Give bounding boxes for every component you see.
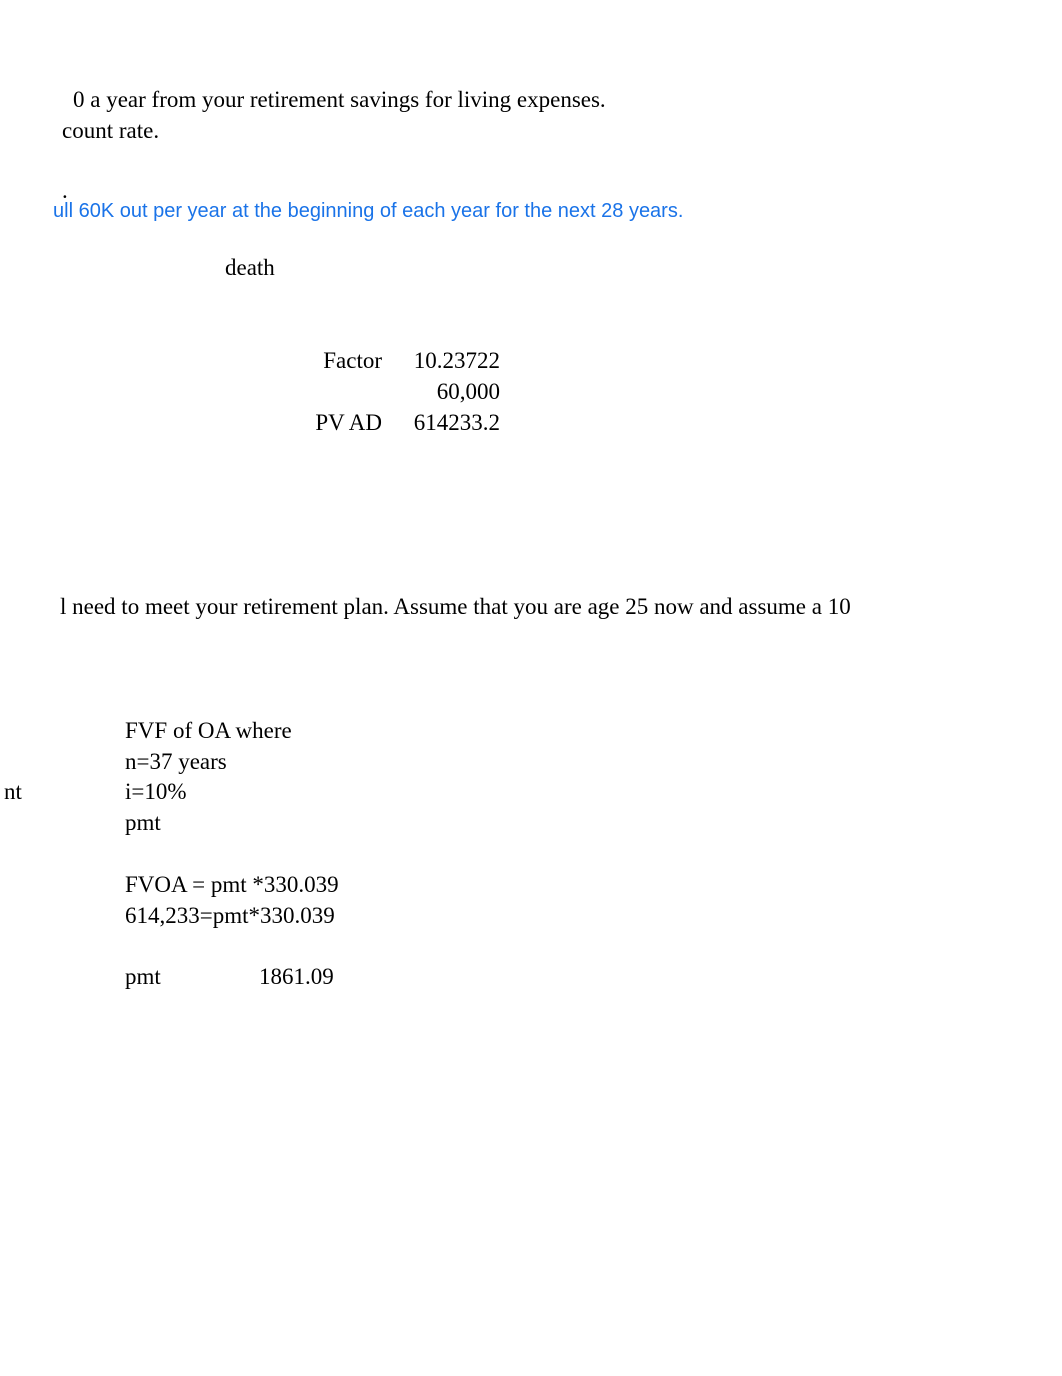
calc-line-3: i=10%	[125, 779, 187, 805]
calc-line-4: pmt	[125, 810, 161, 836]
nt-label: nt	[4, 779, 22, 805]
calc-line-1: FVF of OA where	[125, 718, 292, 744]
factor-value: 10.23722	[400, 348, 500, 374]
pvad-value: 614233.2	[400, 410, 500, 436]
death-label: death	[225, 255, 275, 281]
calc-line-5: FVOA = pmt *330.039	[125, 872, 339, 898]
calc-line-6: 614,233=pmt*330.039	[125, 903, 335, 929]
factor-label: Factor	[297, 348, 382, 374]
pvad-label: PV AD	[297, 410, 382, 436]
header-line-2: count rate.	[62, 118, 159, 144]
amount-value: 60,000	[400, 379, 500, 405]
calc-line-2: n=37 years	[125, 749, 227, 775]
mid-text: l need to meet your retirement plan. Ass…	[60, 594, 851, 620]
calc-pmt-value: 1861.09	[259, 964, 334, 990]
blue-note: ull 60K out per year at the beginning of…	[53, 200, 683, 223]
calc-pmt-label: pmt	[125, 964, 161, 990]
header-line-1: 0 a year from your retirement savings fo…	[73, 87, 606, 113]
